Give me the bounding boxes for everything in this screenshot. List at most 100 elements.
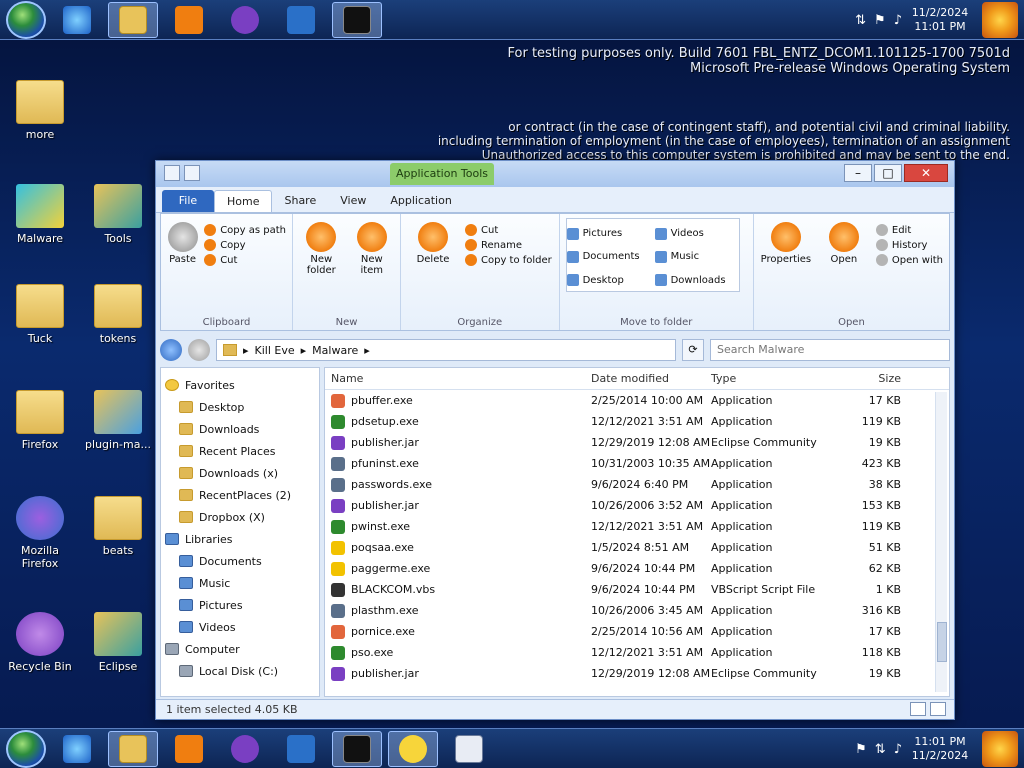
nav-downloads-x[interactable]: Downloads (x) xyxy=(165,462,315,484)
file-row[interactable]: pso.exe 12/12/2021 3:51 AM Application 118 … xyxy=(325,642,949,663)
cut-organize-button[interactable]: Cut xyxy=(465,224,552,236)
open-with-button[interactable]: Open with xyxy=(875,254,943,266)
nav-videos[interactable]: Videos xyxy=(165,616,315,638)
nav-local-disk[interactable]: Local Disk (C:) xyxy=(165,660,315,682)
speaker-icon[interactable]: ♪ xyxy=(894,742,902,757)
rename-button[interactable]: Rename xyxy=(465,239,552,251)
nav-downloads[interactable]: Downloads xyxy=(165,418,315,440)
vertical-scrollbar[interactable] xyxy=(935,392,947,692)
start-button-top[interactable] xyxy=(6,0,46,39)
file-row[interactable]: pdsetup.exe 12/12/2021 3:51 AM Application… xyxy=(325,411,949,432)
file-row[interactable]: plasthm.exe 10/26/2006 3:45 AM Application… xyxy=(325,600,949,621)
desktop-icon-plugin[interactable]: plugin-ma... xyxy=(82,390,154,451)
cmd-taskbar-icon[interactable] xyxy=(332,730,382,767)
file-row[interactable]: BLACKCOM.vbs 9/6/2024 10:44 PM VBScript Sc… xyxy=(325,579,949,600)
address-bar[interactable]: ▸ Kill Eve ▸ Malware ▸ xyxy=(216,339,676,361)
nav-favorites[interactable]: Favorites xyxy=(165,374,315,396)
file-row[interactable]: pbuffer.exe 2/25/2014 10:00 AM Application… xyxy=(325,390,949,411)
file-row[interactable]: pfuninst.exe 10/31/2003 10:35 AM Applicati… xyxy=(325,453,949,474)
search-input[interactable]: Search Malware xyxy=(710,339,950,361)
nav-dropbox[interactable]: Dropbox (X) xyxy=(165,506,315,528)
breadcrumb-segment[interactable]: Malware xyxy=(312,344,358,357)
cut-button[interactable]: Cut xyxy=(204,254,286,266)
nav-libraries[interactable]: Libraries xyxy=(165,528,315,550)
file-row[interactable]: publisher.jar 12/29/2019 12:08 AM Eclipse … xyxy=(325,432,949,453)
copy-path-button[interactable]: Copy as path xyxy=(204,224,286,236)
copy-to-button[interactable]: Copy to folder xyxy=(465,254,552,266)
column-date[interactable]: Date modified xyxy=(591,372,711,385)
large-icons-view-icon[interactable] xyxy=(930,702,946,716)
copy-button[interactable]: Copy xyxy=(204,239,286,251)
column-name[interactable]: Name xyxy=(331,372,591,385)
window-titlebar[interactable]: Application Tools – □ ✕ xyxy=(156,161,954,187)
media-player-taskbar-icon[interactable] xyxy=(164,731,214,767)
nav-recent-places-2[interactable]: RecentPlaces (2) xyxy=(165,484,315,506)
properties-button[interactable]: Properties xyxy=(760,218,812,312)
breadcrumb-segment[interactable]: Kill Eve xyxy=(255,344,295,357)
new-folder-qat-icon[interactable] xyxy=(184,165,200,181)
file-row[interactable]: pwinst.exe 12/12/2021 3:51 AM Application 1… xyxy=(325,516,949,537)
new-item-button[interactable]: New item xyxy=(350,218,395,312)
scrollbar-thumb[interactable] xyxy=(937,622,947,662)
flag-icon[interactable]: ⚑ xyxy=(855,742,867,757)
file-row[interactable]: pornice.exe 2/25/2014 10:56 AM Application… xyxy=(325,621,949,642)
column-size[interactable]: Size xyxy=(831,372,901,385)
history-button[interactable]: History xyxy=(875,239,943,251)
tab-home[interactable]: Home xyxy=(214,190,273,212)
move-to-pictures[interactable]: Pictures xyxy=(566,223,651,244)
new-folder-button[interactable]: New folder xyxy=(299,218,344,312)
nav-desktop[interactable]: Desktop xyxy=(165,396,315,418)
desktop-icon-malware[interactable]: Malware xyxy=(4,184,76,245)
desktop-icon-eclipse[interactable]: Eclipse xyxy=(82,612,154,673)
cmd-taskbar-icon[interactable] xyxy=(332,1,382,38)
desktop-icon-more[interactable]: more xyxy=(4,80,76,141)
ie-taskbar-icon[interactable] xyxy=(52,731,102,767)
network-icon[interactable]: ⇅ xyxy=(855,13,866,28)
tab-application[interactable]: Application xyxy=(378,190,463,212)
open-button[interactable]: Open xyxy=(818,218,870,312)
file-row[interactable]: paggerme.exe 9/6/2024 10:44 PM Application… xyxy=(325,558,949,579)
back-button[interactable] xyxy=(160,339,182,361)
move-to-desktop[interactable]: Desktop xyxy=(566,270,651,291)
tab-share[interactable]: Share xyxy=(272,190,328,212)
close-button[interactable]: ✕ xyxy=(904,164,948,182)
eclipse-taskbar-icon[interactable] xyxy=(220,731,270,767)
desktop-icon-firefox[interactable]: Firefox xyxy=(4,390,76,451)
nav-music[interactable]: Music xyxy=(165,572,315,594)
network-icon[interactable]: ⇅ xyxy=(875,742,886,757)
file-row[interactable]: poqsaa.exe 1/5/2024 8:51 AM Application 51 … xyxy=(325,537,949,558)
app-taskbar-icon[interactable] xyxy=(276,731,326,767)
desktop-icon-tools[interactable]: Tools xyxy=(82,184,154,245)
move-to-videos[interactable]: Videos xyxy=(654,223,739,244)
flag-icon[interactable]: ⚑ xyxy=(874,13,886,28)
nav-recent-places[interactable]: Recent Places xyxy=(165,440,315,462)
explorer-taskbar-icon[interactable] xyxy=(108,730,158,767)
file-row[interactable]: passwords.exe 9/6/2024 6:40 PM Application… xyxy=(325,474,949,495)
app-taskbar-icon[interactable] xyxy=(276,2,326,38)
file-row[interactable]: publisher.jar 12/29/2019 12:08 AM Eclipse … xyxy=(325,663,949,684)
move-to-documents[interactable]: Documents xyxy=(566,246,651,267)
minimize-button[interactable]: – xyxy=(844,164,872,182)
eclipse-taskbar-icon[interactable] xyxy=(220,2,270,38)
column-type[interactable]: Type xyxy=(711,372,831,385)
explorer-taskbar-icon[interactable] xyxy=(108,1,158,38)
desktop-icon-recycle-bin[interactable]: Recycle Bin xyxy=(4,612,76,673)
clock[interactable]: 11:01 PM 11/2/2024 xyxy=(910,735,970,763)
desktop-icon-beats[interactable]: beats xyxy=(82,496,154,557)
start-button[interactable] xyxy=(6,729,46,768)
details-view-icon[interactable] xyxy=(910,702,926,716)
nav-pictures[interactable]: Pictures xyxy=(165,594,315,616)
move-to-downloads[interactable]: Downloads xyxy=(654,270,739,291)
calculator-taskbar-icon[interactable] xyxy=(444,731,494,767)
move-to-music[interactable]: Music xyxy=(654,246,739,267)
application-tools-context-tab[interactable]: Application Tools xyxy=(390,163,494,185)
ie-taskbar-icon[interactable] xyxy=(52,2,102,38)
tab-view[interactable]: View xyxy=(328,190,378,212)
refresh-button[interactable]: ⟳ xyxy=(682,339,704,361)
desktop-icon-tokens[interactable]: tokens xyxy=(82,284,154,345)
forward-button[interactable] xyxy=(188,339,210,361)
file-row[interactable]: publisher.jar 10/26/2006 3:52 AM Applicati… xyxy=(325,495,949,516)
pikachu-taskbar-icon[interactable] xyxy=(388,730,438,767)
nav-documents[interactable]: Documents xyxy=(165,550,315,572)
delete-button[interactable]: Delete xyxy=(407,218,459,312)
